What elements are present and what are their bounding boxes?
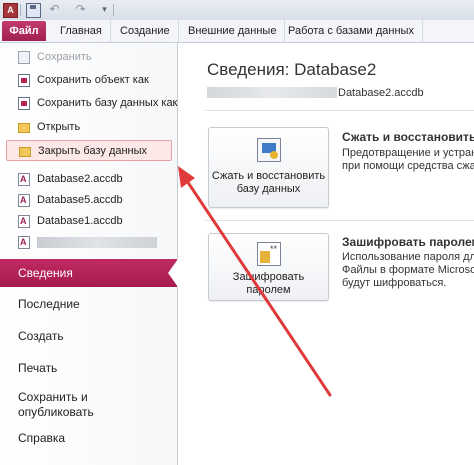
arrow-head — [178, 166, 195, 188]
arrow-shaft — [181, 173, 332, 397]
annotation-arrow — [178, 166, 332, 397]
